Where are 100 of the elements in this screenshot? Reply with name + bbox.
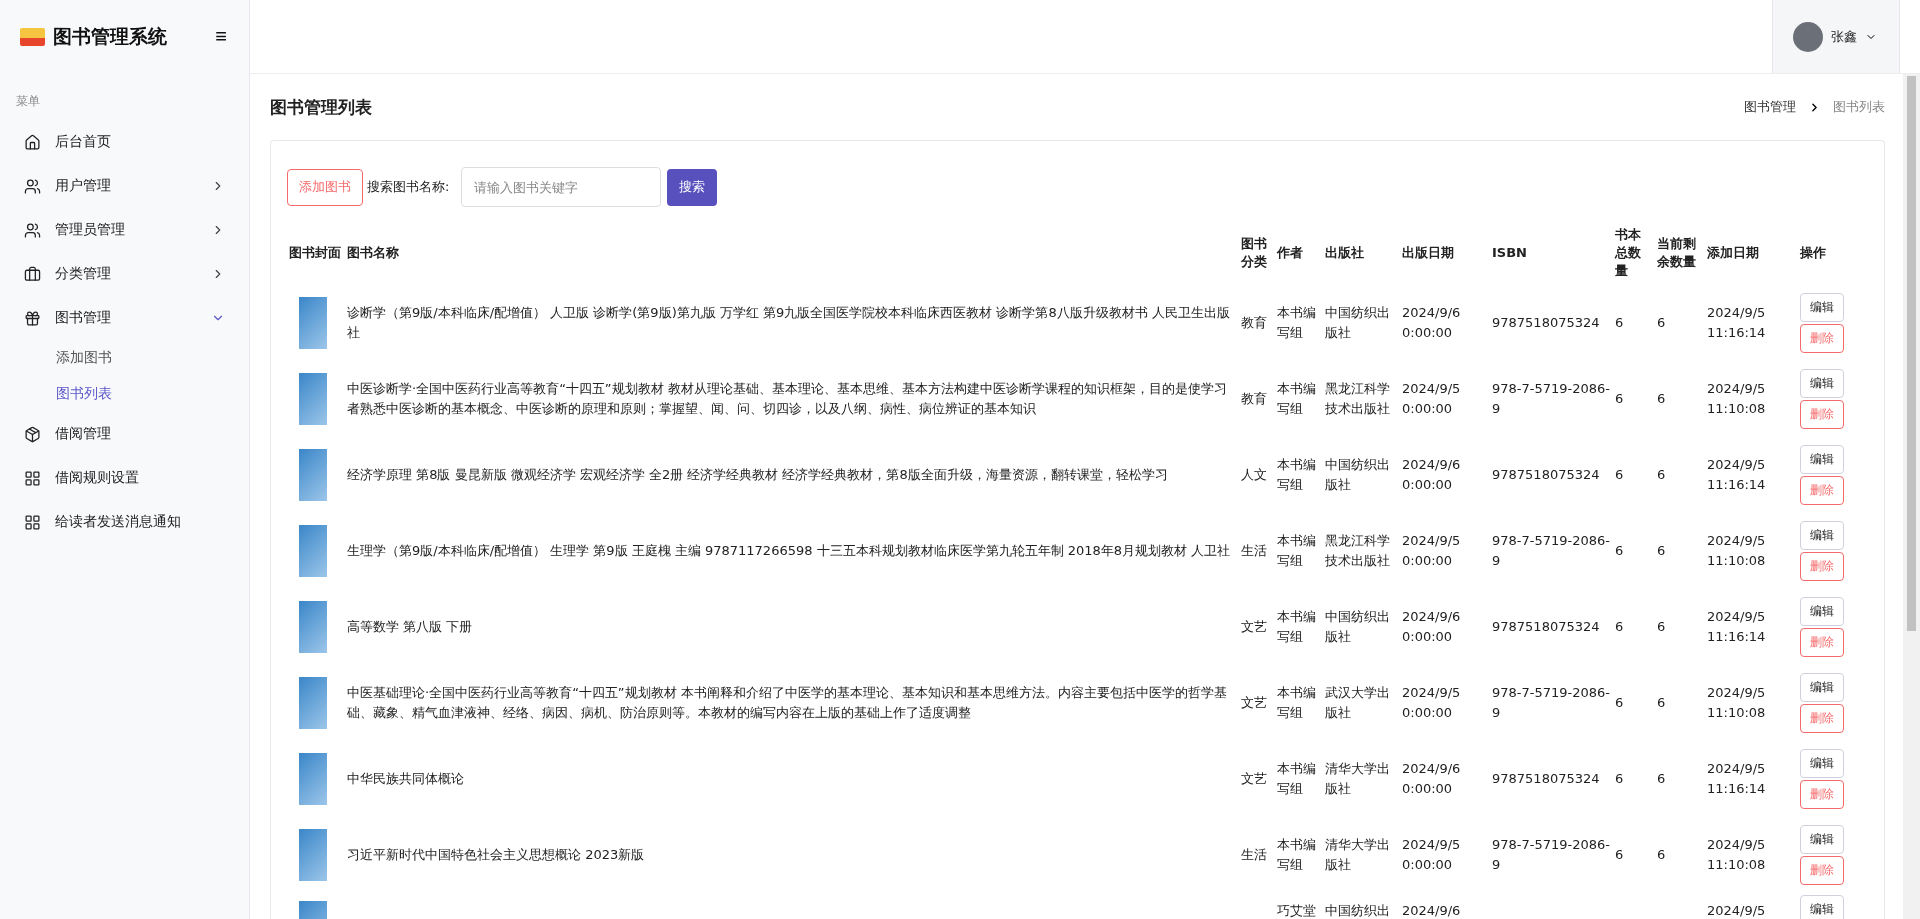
users-icon [24, 177, 41, 195]
table-cell-text: 6 [1614, 541, 1625, 560]
submenu-item[interactable]: 图书列表 [56, 385, 112, 403]
table-cell-text: 2024/9/5 0:00:00 [1401, 683, 1462, 722]
edit-button[interactable]: 编辑 [1800, 673, 1844, 702]
gift-icon [24, 309, 41, 327]
table-cell-text: 文艺 [1240, 769, 1268, 788]
table-cell-text: 中国纺织出 [1324, 902, 1391, 919]
column-header: 作者 [1275, 243, 1304, 262]
search-button[interactable]: 搜索 [667, 168, 718, 206]
table-cell-text: 武汉大学出版社 [1324, 683, 1391, 722]
edit-button[interactable]: 编辑 [1800, 293, 1844, 322]
table-cell-text: 中国纺织出版社 [1324, 607, 1391, 646]
table-cell-text: 2024/9/6 0:00:00 [1401, 759, 1462, 798]
breadcrumb-item[interactable]: 图书管理 [1744, 98, 1796, 116]
table-cell-text: 6 [1656, 389, 1667, 408]
photo-placeholder [299, 525, 327, 577]
photo-placeholder [299, 829, 327, 881]
table-cell-text: 2024/9/6 [1401, 902, 1462, 919]
sidebar-item[interactable]: 借阅管理 [0, 412, 249, 456]
table-cell-text: 本书编写组 [1276, 683, 1317, 722]
scrollbar-thumb[interactable] [1907, 76, 1916, 631]
table-cell-text: 本书编写组 [1276, 303, 1317, 342]
edit-button[interactable]: 编辑 [1800, 445, 1844, 474]
table-cell-text: 生活 [1240, 541, 1268, 560]
table-cell-text: 6 [1614, 617, 1625, 636]
column-header: 出版社 [1324, 243, 1365, 262]
home-icon [24, 133, 41, 151]
column-header: 图书分类 [1240, 234, 1268, 271]
table-cell-text: 高等数学 第八版 下册 [346, 617, 474, 636]
photo-placeholder [299, 449, 327, 501]
table-cell-text: 本书编写组 [1276, 607, 1317, 646]
table-cell-text: 6 [1656, 617, 1667, 636]
sidebar-item[interactable]: 管理员管理 [0, 208, 249, 252]
search-field[interactable]: 请输入图书关键字 [461, 167, 662, 207]
grid-icon [24, 513, 41, 531]
column-header: 添加日期 [1706, 243, 1760, 262]
sidebar-item[interactable]: 用户管理 [0, 164, 249, 208]
table-cell-text: 习近平新时代中国特色社会主义思想概论 2023新版 [346, 845, 646, 864]
table-cell-text: 中国纺织出版社 [1324, 303, 1391, 342]
briefcase-icon [24, 265, 41, 283]
photo-placeholder [299, 677, 327, 729]
edit-button[interactable]: 编辑 [1800, 597, 1844, 626]
table-cell-text: 2024/9/5 0:00:00 [1401, 835, 1462, 874]
sidebar-item[interactable]: 图书管理 [0, 296, 249, 340]
table-cell-text: 9787518075324 [1491, 769, 1601, 788]
edit-button[interactable]: 编辑 [1800, 749, 1844, 778]
table-cell-text: 诊断学（第9版/本科临床/配增值） 人卫版 诊断学(第9版)第九版 万学红 第9九版全国医学院校本科临床西医教材 诊断学第8八版升级教材书 人民卫生出版社 [346, 303, 1231, 342]
table-cell-text: 2024/9/5 11:10:08 [1706, 531, 1767, 570]
table-cell-text: 6 [1656, 313, 1667, 332]
search-label: 搜索图书名称: [367, 178, 450, 196]
table-cell-text: 2024/9/6 0:00:00 [1401, 303, 1462, 342]
menu-section-label: 菜单 [15, 93, 41, 110]
table-cell-text: 6 [1614, 313, 1625, 332]
sidebar-item[interactable]: 借阅规则设置 [0, 456, 249, 500]
menu-button[interactable]: ≡ [215, 25, 227, 48]
scrollbar[interactable] [1903, 74, 1920, 919]
breadcrumb-item: 图书列表 [1833, 98, 1885, 116]
table-cell-text: 本书编写组 [1276, 379, 1317, 418]
table-cell-text: 本书编写组 [1276, 531, 1317, 570]
edit-button[interactable]: 编辑 [1800, 369, 1844, 398]
table-cell-text: 黑龙江科学技术出版社 [1324, 531, 1391, 570]
table-cell-text: 9787518075324 [1491, 617, 1601, 636]
sidebar-item[interactable]: 给读者发送消息通知 [0, 500, 249, 544]
table-cell-text: 生活 [1240, 845, 1268, 864]
edit-button[interactable]: 编辑 [1800, 825, 1844, 854]
grid-icon [24, 469, 41, 487]
table-cell-text: 6 [1614, 845, 1625, 864]
table-cell-text: 6 [1614, 769, 1625, 788]
table-cell-text: 中国纺织出版社 [1324, 455, 1391, 494]
edit-button[interactable]: 编辑 [1800, 895, 1844, 919]
column-header: 图书封面 [288, 243, 342, 262]
cube-icon [24, 425, 41, 443]
table-cell-text: 2024/9/5 11:16:14 [1706, 455, 1767, 494]
edit-button[interactable]: 编辑 [1800, 521, 1844, 550]
table-cell-text: 978-7-5719-2086-9 [1491, 379, 1611, 418]
avatar-icon [1793, 21, 1823, 52]
column-header: ISBN [1491, 243, 1528, 262]
table-cell-text: 黑龙江科学技术出版社 [1324, 379, 1391, 418]
table-cell-text: 6 [1614, 389, 1625, 408]
table-cell-text: 本书编写组 [1276, 455, 1317, 494]
table-cell-text: 6 [1656, 769, 1667, 788]
table-cell-text: 文艺 [1240, 693, 1268, 712]
table-cell-text: 2024/9/5 11:16:14 [1706, 607, 1767, 646]
table-cell-text: 6 [1614, 465, 1625, 484]
table-cell-text: 人文 [1240, 465, 1268, 484]
table-cell-text: 教育 [1240, 313, 1268, 332]
table-cell-text: 教育 [1240, 389, 1268, 408]
user-menu[interactable]: 张鑫 [1772, 0, 1900, 73]
table-cell-text: 978-7-5719-2086-9 [1491, 531, 1611, 570]
sidebar-item[interactable]: 后台首页 [0, 120, 249, 164]
submenu-item[interactable]: 添加图书 [56, 349, 112, 367]
table-cell-text: 6 [1656, 541, 1667, 560]
users-icon [24, 221, 41, 239]
table-cell-text: 清华大学出版社 [1324, 759, 1391, 798]
photo-placeholder [299, 297, 327, 349]
table-cell-text: 978-7-5719-2086-9 [1491, 835, 1611, 874]
column-header: 当前剩余数量 [1656, 234, 1697, 271]
table-cell-text: 978-7-5719-2086-9 [1491, 683, 1611, 722]
sidebar-item[interactable]: 分类管理 [0, 252, 249, 296]
